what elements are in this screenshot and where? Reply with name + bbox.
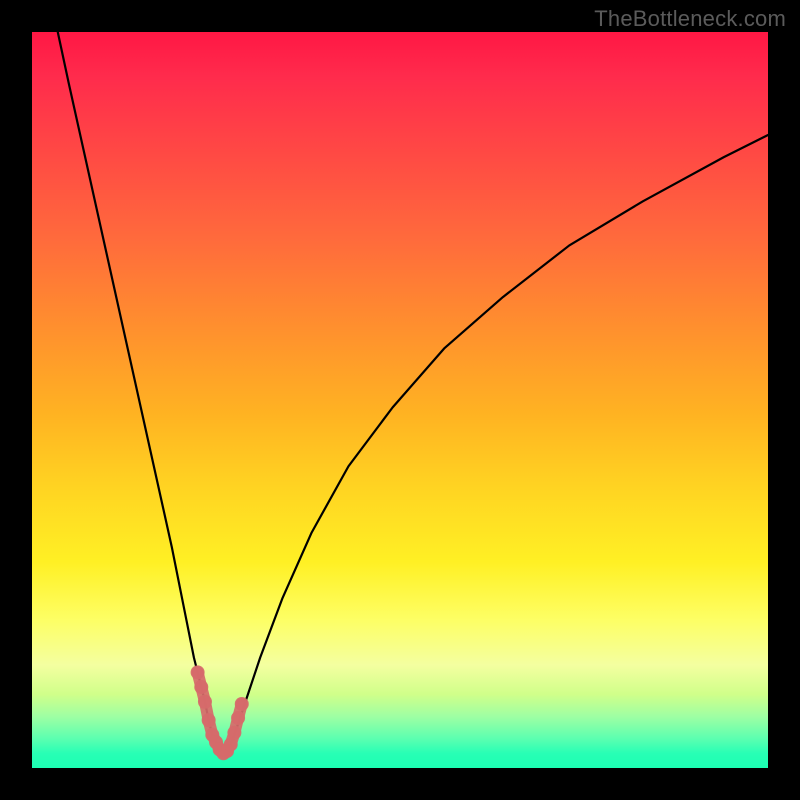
marker-dot [231, 711, 245, 725]
marker-dot [198, 695, 212, 709]
marker-layer [191, 665, 249, 760]
chart-frame: TheBottleneck.com [0, 0, 800, 800]
attribution-label: TheBottleneck.com [594, 6, 786, 32]
marker-dot [227, 726, 241, 740]
curve-layer [58, 32, 768, 753]
marker-dot [191, 665, 205, 679]
marker-dot [202, 713, 216, 727]
bottleneck-curve [58, 32, 768, 753]
plot-area [32, 32, 768, 768]
marker-dot [194, 680, 208, 694]
marker-dot [235, 697, 249, 711]
chart-svg [32, 32, 768, 768]
